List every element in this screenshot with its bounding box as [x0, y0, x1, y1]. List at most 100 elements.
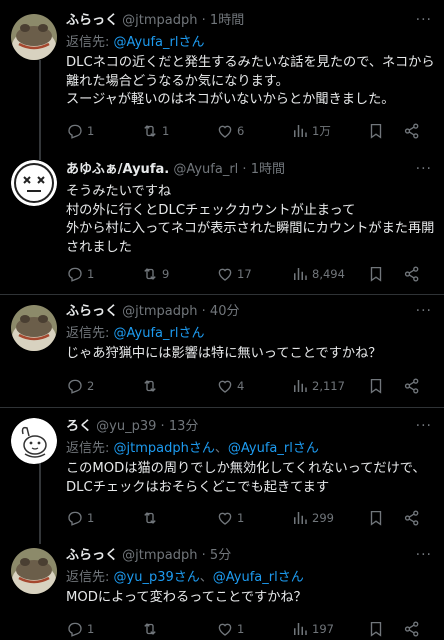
action-bar: 1 1 299 [66, 508, 426, 528]
reply-context: 返信先: @Ayufa_rlさん [66, 33, 434, 52]
retweet-button[interactable]: 1 [141, 121, 169, 141]
share-button[interactable] [403, 508, 421, 528]
retweet-button[interactable] [141, 508, 162, 528]
timestamp[interactable]: 40分 [210, 304, 240, 319]
tweet-header: あゆふぁ/Ayufa. @Ayufa_rl · 1時間 [66, 161, 434, 179]
reply-button[interactable]: 1 [66, 619, 94, 639]
user-handle[interactable]: @Ayufa_rl [173, 162, 238, 177]
views-button[interactable]: 2,117 [291, 376, 345, 396]
mention-link[interactable]: @yu_p39さん [114, 570, 200, 585]
view-count: 299 [312, 511, 334, 525]
reply-count: 1 [87, 511, 95, 525]
view-count: 2,117 [312, 379, 345, 393]
separator-dot: · [201, 304, 206, 319]
views-button[interactable]: 299 [291, 508, 334, 528]
timestamp[interactable]: 1時間 [210, 13, 244, 28]
user-handle[interactable]: @jtmpadph [122, 13, 197, 28]
like-button[interactable]: 17 [216, 264, 252, 284]
tweet-5[interactable]: ふらっく @jtmpadph · 5分 返信先: @yu_p39さん、@Ayuf… [0, 538, 444, 640]
share-button[interactable] [403, 376, 421, 396]
share-button[interactable] [403, 121, 421, 141]
reply-count: 2 [87, 379, 95, 393]
display-name[interactable]: あゆふぁ/Ayufa. [66, 162, 169, 177]
separator-dot: · [160, 419, 165, 434]
mention-separator: 、 [214, 441, 228, 456]
avatar[interactable] [11, 14, 57, 60]
display-name[interactable]: ふらっく [66, 304, 118, 319]
display-name[interactable]: ふらっく [66, 13, 118, 28]
views-button[interactable]: 1万 [291, 121, 331, 141]
mention-separator: 、 [199, 570, 213, 585]
display-name[interactable]: ふらっく [66, 548, 118, 563]
like-button[interactable]: 6 [216, 121, 244, 141]
retweet-button[interactable] [141, 376, 162, 396]
timestamp[interactable]: 5分 [210, 548, 231, 563]
timestamp[interactable]: 1時間 [251, 162, 285, 177]
view-count: 197 [312, 622, 334, 636]
mention-link[interactable]: @jtmpadphさん [114, 441, 215, 456]
action-bar: 1 9 17 8,494 [66, 264, 426, 284]
text-line: DLCネコの近くだと発生するみたいな話を見たので、ネコから [66, 55, 435, 70]
views-icon [294, 512, 307, 524]
view-count: 8,494 [312, 267, 345, 281]
user-handle[interactable]: @jtmpadph [122, 304, 197, 319]
more-icon[interactable]: ··· [416, 303, 432, 319]
reply-button[interactable]: 1 [66, 508, 94, 528]
tweet-3[interactable]: ふらっく @jtmpadph · 40分 返信先: @Ayufa_rlさん じゃ… [0, 295, 444, 408]
avatar[interactable] [11, 548, 57, 594]
retweet-count: 9 [162, 267, 170, 281]
like-count: 1 [237, 622, 245, 636]
tweet-2[interactable]: あゆふぁ/Ayufa. @Ayufa_rl · 1時間 そうみたいですね 村の外… [0, 150, 444, 295]
display-name[interactable]: ろく [66, 419, 92, 434]
more-icon[interactable]: ··· [416, 547, 432, 563]
retweet-button[interactable]: 9 [141, 264, 169, 284]
reply-icon [68, 267, 82, 282]
share-icon [404, 378, 419, 394]
views-button[interactable]: 197 [291, 619, 334, 639]
user-handle[interactable]: @jtmpadph [122, 548, 197, 563]
action-bar: 1 1 6 1万 [66, 121, 426, 141]
bookmark-button[interactable] [367, 376, 385, 396]
bookmark-button[interactable] [367, 619, 385, 639]
more-icon[interactable]: ··· [416, 161, 432, 177]
tweet-text: MODによって変わるってことですかね？ [66, 589, 434, 608]
share-button[interactable] [403, 619, 421, 639]
timestamp[interactable]: 13分 [169, 419, 199, 434]
bookmark-button[interactable] [367, 264, 385, 284]
mention-link[interactable]: @Ayufa_rlさん [114, 326, 205, 341]
avatar[interactable] [11, 418, 57, 464]
reply-button[interactable]: 1 [66, 264, 94, 284]
avatar-frog-image [11, 305, 57, 351]
like-button[interactable]: 4 [216, 376, 244, 396]
reply-button[interactable]: 2 [66, 376, 94, 396]
more-icon[interactable]: ··· [416, 12, 432, 28]
retweet-count: 1 [162, 124, 170, 138]
avatar[interactable] [11, 305, 57, 351]
mention-link[interactable]: @Ayufa_rlさん [228, 441, 319, 456]
tweet-header: ろく @yu_p39 · 13分 [66, 418, 434, 436]
bookmark-button[interactable] [367, 508, 385, 528]
avatar-sketch-image [11, 418, 57, 464]
reply-button[interactable]: 1 [66, 121, 94, 141]
user-handle[interactable]: @yu_p39 [96, 419, 156, 434]
separator-dot: · [201, 13, 206, 28]
views-icon [294, 380, 307, 392]
retweet-button[interactable] [141, 619, 162, 639]
more-icon[interactable]: ··· [416, 418, 432, 434]
avatar[interactable] [11, 160, 57, 206]
tweet-4[interactable]: ろく @yu_p39 · 13分 返信先: @jtmpadphさん、@Ayufa… [0, 408, 444, 538]
share-icon [404, 123, 419, 139]
share-button[interactable] [403, 264, 421, 284]
reply-prefix: 返信先: [66, 326, 114, 341]
bookmark-button[interactable] [367, 121, 385, 141]
mention-link[interactable]: @Ayufa_rlさん [213, 570, 304, 585]
text-line: じゃあ狩猟中には影響は特に無いってことですかね？ [66, 346, 382, 361]
tweet-text: じゃあ狩猟中には影響は特に無いってことですかね？ [66, 345, 434, 364]
reply-context: 返信先: @Ayufa_rlさん [66, 324, 434, 343]
like-button[interactable]: 1 [216, 619, 244, 639]
views-button[interactable]: 8,494 [291, 264, 345, 284]
tweet-1[interactable]: ふらっく @jtmpadph · 1時間 返信先: @Ayufa_rlさん DL… [0, 0, 444, 150]
like-count: 6 [237, 124, 245, 138]
mention-link[interactable]: @Ayufa_rlさん [114, 35, 205, 50]
like-button[interactable]: 1 [216, 508, 244, 528]
